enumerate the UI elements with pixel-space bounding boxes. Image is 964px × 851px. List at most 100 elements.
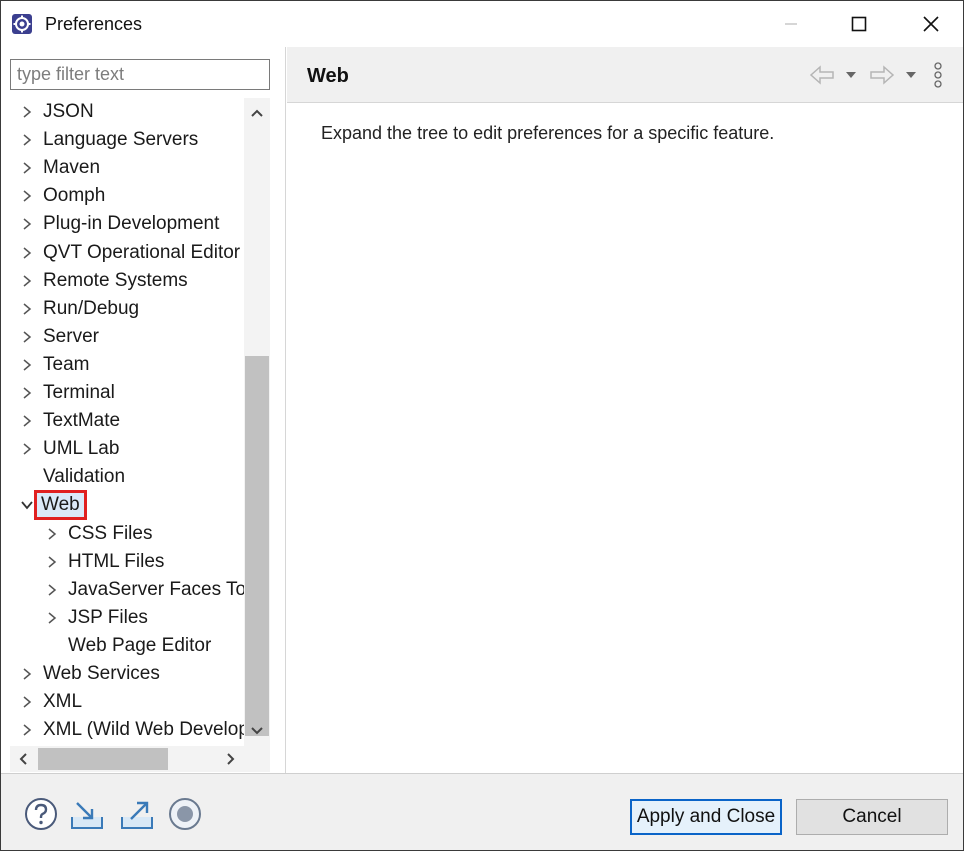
chevron-right-icon[interactable] <box>20 442 34 456</box>
tree-item-label: Maven <box>43 157 101 179</box>
chevron-right-icon[interactable] <box>45 583 59 597</box>
tree-vertical-scrollbar[interactable] <box>244 98 270 746</box>
forward-history-dropdown[interactable] <box>905 63 917 87</box>
apply-and-close-button[interactable]: Apply and Close <box>630 799 782 835</box>
chevron-down-icon[interactable] <box>20 498 34 512</box>
chevron-right-icon[interactable] <box>20 695 34 709</box>
tree-item[interactable]: Web Page Editor <box>10 632 244 660</box>
tree-item-label: Web <box>34 490 87 521</box>
horizontal-scroll-thumb[interactable] <box>38 748 168 770</box>
scroll-down-button[interactable] <box>244 720 270 742</box>
filter-input[interactable] <box>10 59 270 90</box>
chevron-right-icon[interactable] <box>20 414 34 428</box>
chevron-right-icon[interactable] <box>20 246 34 260</box>
tree-item[interactable]: QVT Operational Editor <box>10 239 244 267</box>
tree-item[interactable]: Run/Debug <box>10 295 244 323</box>
close-icon <box>923 16 939 32</box>
chevron-right-icon[interactable] <box>45 527 59 541</box>
chevron-down-icon <box>251 727 263 735</box>
help-icon <box>25 798 57 830</box>
tree-item[interactable]: Plug-in Development <box>10 210 244 238</box>
tree-item[interactable]: JSP Files <box>10 604 244 632</box>
chevron-right-icon[interactable] <box>20 330 34 344</box>
scroll-up-button[interactable] <box>244 102 270 124</box>
close-button[interactable] <box>903 1 959 47</box>
chevron-right-icon[interactable] <box>20 723 34 737</box>
preferences-window: Preferences JSON Language Servers Maven Oom… <box>0 0 964 851</box>
tree-item[interactable]: HTML Files <box>10 548 244 576</box>
chevron-right-icon[interactable] <box>20 274 34 288</box>
tree-item[interactable]: Web <box>10 490 244 521</box>
arrow-right-icon <box>870 65 895 85</box>
chevron-right-icon[interactable] <box>45 611 59 625</box>
title-bar: Preferences <box>1 1 963 47</box>
chevron-right-icon[interactable] <box>20 189 34 203</box>
chevron-left-icon <box>19 753 27 765</box>
chevron-right-icon[interactable] <box>20 133 34 147</box>
minimize-button[interactable] <box>763 1 819 47</box>
tree-item[interactable]: Validation <box>10 463 244 491</box>
tree-item-label: Validation <box>43 466 126 488</box>
tree-item[interactable]: XML (Wild Web Developer) <box>10 716 244 744</box>
tree-horizontal-scrollbar[interactable] <box>10 746 244 772</box>
tree-item[interactable]: TextMate <box>10 407 244 435</box>
chevron-right-icon[interactable] <box>20 302 34 316</box>
record-button[interactable] <box>167 796 203 832</box>
tree-item[interactable]: XML <box>10 688 244 716</box>
import-button[interactable] <box>69 796 105 832</box>
preferences-navigation-panel: JSON Language Servers Maven Oomph Plug-in De… <box>1 47 286 773</box>
tree-item[interactable]: Team <box>10 351 244 379</box>
export-icon <box>121 801 153 829</box>
import-icon <box>71 802 103 829</box>
eclipse-gear-icon <box>11 13 33 35</box>
chevron-right-icon[interactable] <box>45 555 59 569</box>
tree-item-label: TextMate <box>43 410 121 432</box>
tree-item[interactable]: Web Services <box>10 660 244 688</box>
tree-item-label: CSS Files <box>68 522 153 544</box>
chevron-right-icon[interactable] <box>20 358 34 372</box>
tree-item-label: Plug-in Development <box>43 213 220 235</box>
view-menu-button[interactable] <box>932 62 944 88</box>
tree-item-label: Terminal <box>43 382 115 403</box>
chevron-right-icon[interactable] <box>20 667 34 681</box>
back-history-dropdown[interactable] <box>845 63 857 87</box>
tree-item[interactable]: JSON <box>10 98 244 126</box>
chevron-right-icon[interactable] <box>20 217 34 231</box>
tree-item-label: Language Servers <box>43 129 199 151</box>
tree-item-label: Server <box>43 325 99 347</box>
tree-item[interactable]: JavaServer Faces Tools <box>10 576 244 604</box>
page-title: Web <box>307 65 349 87</box>
export-button[interactable] <box>119 796 155 832</box>
window-title: Preferences <box>45 14 143 34</box>
tree-item[interactable]: Oomph <box>10 182 244 210</box>
chevron-right-icon[interactable] <box>20 161 34 175</box>
tree-item[interactable]: Maven <box>10 154 244 182</box>
tree-item-label: HTML Files <box>68 550 165 572</box>
tree-item-label: QVT Operational Editor <box>43 241 241 263</box>
tree-item[interactable]: CSS Files <box>10 520 244 548</box>
help-button[interactable] <box>23 796 59 832</box>
page-description: Expand the tree to edit preferences for … <box>321 123 775 143</box>
dropdown-arrow-icon <box>846 72 856 78</box>
forward-button[interactable] <box>869 63 895 87</box>
scroll-right-button[interactable] <box>220 746 242 772</box>
scroll-left-button[interactable] <box>12 746 34 772</box>
maximize-button[interactable] <box>831 1 887 47</box>
tree-item[interactable]: Terminal <box>10 379 244 407</box>
chevron-right-icon[interactable] <box>20 105 34 119</box>
tree-item[interactable]: UML Lab <box>10 435 244 463</box>
chevron-right-icon[interactable] <box>20 386 34 400</box>
back-button[interactable] <box>809 63 835 87</box>
tree-item-label: JavaServer Faces Tools <box>68 578 244 600</box>
dialog-button-bar: Apply and Close Cancel <box>1 773 963 850</box>
scrollbar-corner <box>244 746 270 772</box>
page-header: Web <box>287 47 963 103</box>
vertical-scroll-thumb[interactable] <box>245 356 269 736</box>
tree-item[interactable]: Remote Systems <box>10 267 244 295</box>
chevron-up-icon <box>251 109 263 117</box>
tree-item-label: Run/Debug <box>43 297 140 319</box>
tree-item-label: XML <box>43 691 83 713</box>
cancel-button[interactable]: Cancel <box>796 799 948 835</box>
tree-item[interactable]: Language Servers <box>10 126 244 154</box>
tree-item[interactable]: Server <box>10 323 244 351</box>
